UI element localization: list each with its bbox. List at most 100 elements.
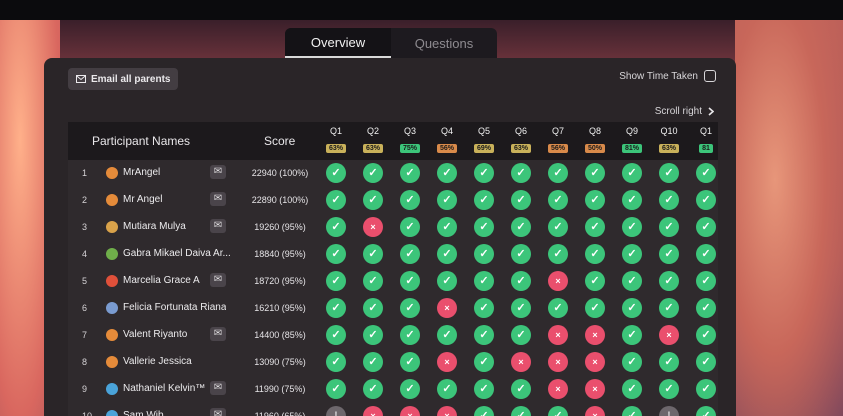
wrong-answer-icon[interactable]: × xyxy=(585,325,605,345)
correct-answer-icon[interactable]: ✓ xyxy=(326,190,346,210)
correct-answer-icon[interactable]: ✓ xyxy=(474,325,494,345)
correct-answer-icon[interactable]: ✓ xyxy=(696,190,716,210)
correct-answer-icon[interactable]: ✓ xyxy=(622,163,642,183)
participant-name[interactable]: Nathaniel Kelvin™ xyxy=(123,383,205,394)
correct-answer-icon[interactable]: ✓ xyxy=(326,163,346,183)
wrong-answer-icon[interactable]: × xyxy=(511,352,531,372)
correct-answer-icon[interactable]: ✓ xyxy=(326,379,346,399)
correct-answer-icon[interactable]: ✓ xyxy=(474,217,494,237)
correct-answer-icon[interactable]: ✓ xyxy=(696,298,716,318)
participant-name[interactable]: Gabra Mikael Daiva Ar... xyxy=(123,248,231,259)
correct-answer-icon[interactable]: ✓ xyxy=(548,244,568,264)
question-header[interactable]: Q1 63% xyxy=(322,126,350,155)
correct-answer-icon[interactable]: ✓ xyxy=(474,244,494,264)
correct-answer-icon[interactable]: ✓ xyxy=(622,406,642,416)
correct-answer-icon[interactable]: ✓ xyxy=(585,190,605,210)
participant-name[interactable]: Vallerie Jessica xyxy=(123,356,192,367)
table-row[interactable]: 4 Gabra Mikael Daiva Ar... 18840 (95%) ✓ ✓ ✓ ✓… xyxy=(68,241,718,268)
correct-answer-icon[interactable]: ✓ xyxy=(400,217,420,237)
participant-name[interactable]: Sam Wib xyxy=(123,410,164,416)
table-row[interactable]: 6 Felicia Fortunata Riana 16210 (95%) ✓ ✓ ✓ × ✓… xyxy=(68,295,718,322)
correct-answer-icon[interactable]: ✓ xyxy=(326,217,346,237)
correct-answer-icon[interactable]: ✓ xyxy=(400,379,420,399)
question-header[interactable]: Q9 81% xyxy=(618,126,646,155)
wrong-answer-icon[interactable]: × xyxy=(400,406,420,416)
correct-answer-icon[interactable]: ✓ xyxy=(363,379,383,399)
question-header[interactable]: Q1 81 xyxy=(692,126,720,155)
correct-answer-icon[interactable]: ✓ xyxy=(659,163,679,183)
email-parent-icon[interactable]: ✉ xyxy=(210,219,226,233)
correct-answer-icon[interactable]: ✓ xyxy=(326,325,346,345)
correct-answer-icon[interactable]: ✓ xyxy=(622,244,642,264)
correct-answer-icon[interactable]: ✓ xyxy=(400,298,420,318)
wrong-answer-icon[interactable]: × xyxy=(437,298,457,318)
table-row[interactable]: 8 Vallerie Jessica 13090 (75%) ✓ ✓ ✓ × ✓ × × × ✓ ✓ ✓ xyxy=(68,349,718,376)
correct-answer-icon[interactable]: ✓ xyxy=(363,271,383,291)
wrong-answer-icon[interactable]: × xyxy=(659,325,679,345)
correct-answer-icon[interactable]: ✓ xyxy=(511,217,531,237)
correct-answer-icon[interactable]: ✓ xyxy=(400,352,420,372)
table-row[interactable]: 7 Valent Riyanto ✉ 14400 (85%) ✓ ✓ ✓ ✓ ✓ ✓ × × ✓ × ✓ xyxy=(68,322,718,349)
correct-answer-icon[interactable]: ✓ xyxy=(659,190,679,210)
correct-answer-icon[interactable]: ✓ xyxy=(585,217,605,237)
question-header[interactable]: Q7 56% xyxy=(544,126,572,155)
correct-answer-icon[interactable]: ✓ xyxy=(400,244,420,264)
tab-overview[interactable]: Overview xyxy=(285,28,391,58)
correct-answer-icon[interactable]: ✓ xyxy=(548,190,568,210)
correct-answer-icon[interactable]: ✓ xyxy=(659,352,679,372)
correct-answer-icon[interactable]: ✓ xyxy=(511,379,531,399)
email-parent-icon[interactable]: ✉ xyxy=(210,408,226,416)
correct-answer-icon[interactable]: ✓ xyxy=(437,325,457,345)
question-header[interactable]: Q10 63% xyxy=(655,126,683,155)
unanswered-icon[interactable]: ! xyxy=(326,406,346,416)
question-header[interactable]: Q4 56% xyxy=(433,126,461,155)
correct-answer-icon[interactable]: ✓ xyxy=(437,190,457,210)
email-parent-icon[interactable]: ✉ xyxy=(210,165,226,179)
correct-answer-icon[interactable]: ✓ xyxy=(511,298,531,318)
participant-name[interactable]: Mutiara Mulya xyxy=(123,221,186,232)
question-header[interactable]: Q5 69% xyxy=(470,126,498,155)
correct-answer-icon[interactable]: ✓ xyxy=(622,190,642,210)
table-row[interactable]: 3 Mutiara Mulya ✉ 19260 (95%) ✓ × ✓ ✓ ✓ ✓ ✓ ✓ ✓ ✓ ✓ xyxy=(68,214,718,241)
participant-name[interactable]: Valent Riyanto xyxy=(123,329,187,340)
participant-name[interactable]: Mr Angel xyxy=(123,194,162,205)
correct-answer-icon[interactable]: ✓ xyxy=(511,244,531,264)
table-row[interactable]: 2 Mr Angel ✉ 22890 (100%) ✓ ✓ ✓ ✓ ✓ ✓ ✓ ✓ ✓ ✓ ✓ xyxy=(68,187,718,214)
email-parent-icon[interactable]: ✉ xyxy=(210,327,226,341)
question-header[interactable]: Q2 63% xyxy=(359,126,387,155)
correct-answer-icon[interactable]: ✓ xyxy=(548,217,568,237)
participant-name[interactable]: MrAngel xyxy=(123,167,160,178)
correct-answer-icon[interactable]: ✓ xyxy=(400,190,420,210)
email-parent-icon[interactable]: ✉ xyxy=(210,192,226,206)
question-header[interactable]: Q8 50% xyxy=(581,126,609,155)
correct-answer-icon[interactable]: ✓ xyxy=(363,352,383,372)
wrong-answer-icon[interactable]: × xyxy=(437,352,457,372)
wrong-answer-icon[interactable]: × xyxy=(585,406,605,416)
correct-answer-icon[interactable]: ✓ xyxy=(696,244,716,264)
correct-answer-icon[interactable]: ✓ xyxy=(326,298,346,318)
wrong-answer-icon[interactable]: × xyxy=(437,406,457,416)
wrong-answer-icon[interactable]: × xyxy=(363,217,383,237)
correct-answer-icon[interactable]: ✓ xyxy=(326,244,346,264)
correct-answer-icon[interactable]: ✓ xyxy=(511,163,531,183)
question-header[interactable]: Q6 63% xyxy=(507,126,535,155)
email-all-parents-button[interactable]: Email all parents xyxy=(68,68,179,90)
correct-answer-icon[interactable]: ✓ xyxy=(622,217,642,237)
correct-answer-icon[interactable]: ✓ xyxy=(437,217,457,237)
correct-answer-icon[interactable]: ✓ xyxy=(585,244,605,264)
correct-answer-icon[interactable]: ✓ xyxy=(696,352,716,372)
correct-answer-icon[interactable]: ✓ xyxy=(437,271,457,291)
table-row[interactable]: 5 Marcelia Grace A ✉ 18720 (95%) ✓ ✓ ✓ ✓ ✓ ✓ × ✓ ✓ ✓ ✓ xyxy=(68,268,718,295)
correct-answer-icon[interactable]: ✓ xyxy=(659,298,679,318)
correct-answer-icon[interactable]: ✓ xyxy=(548,298,568,318)
correct-answer-icon[interactable]: ✓ xyxy=(474,163,494,183)
correct-answer-icon[interactable]: ✓ xyxy=(548,406,568,416)
correct-answer-icon[interactable]: ✓ xyxy=(326,271,346,291)
wrong-answer-icon[interactable]: × xyxy=(363,406,383,416)
correct-answer-icon[interactable]: ✓ xyxy=(437,379,457,399)
participant-name[interactable]: Marcelia Grace A xyxy=(123,275,200,286)
correct-answer-icon[interactable]: ✓ xyxy=(474,379,494,399)
correct-answer-icon[interactable]: ✓ xyxy=(474,298,494,318)
scroll-right-button[interactable]: Scroll right xyxy=(655,106,714,117)
correct-answer-icon[interactable]: ✓ xyxy=(474,352,494,372)
